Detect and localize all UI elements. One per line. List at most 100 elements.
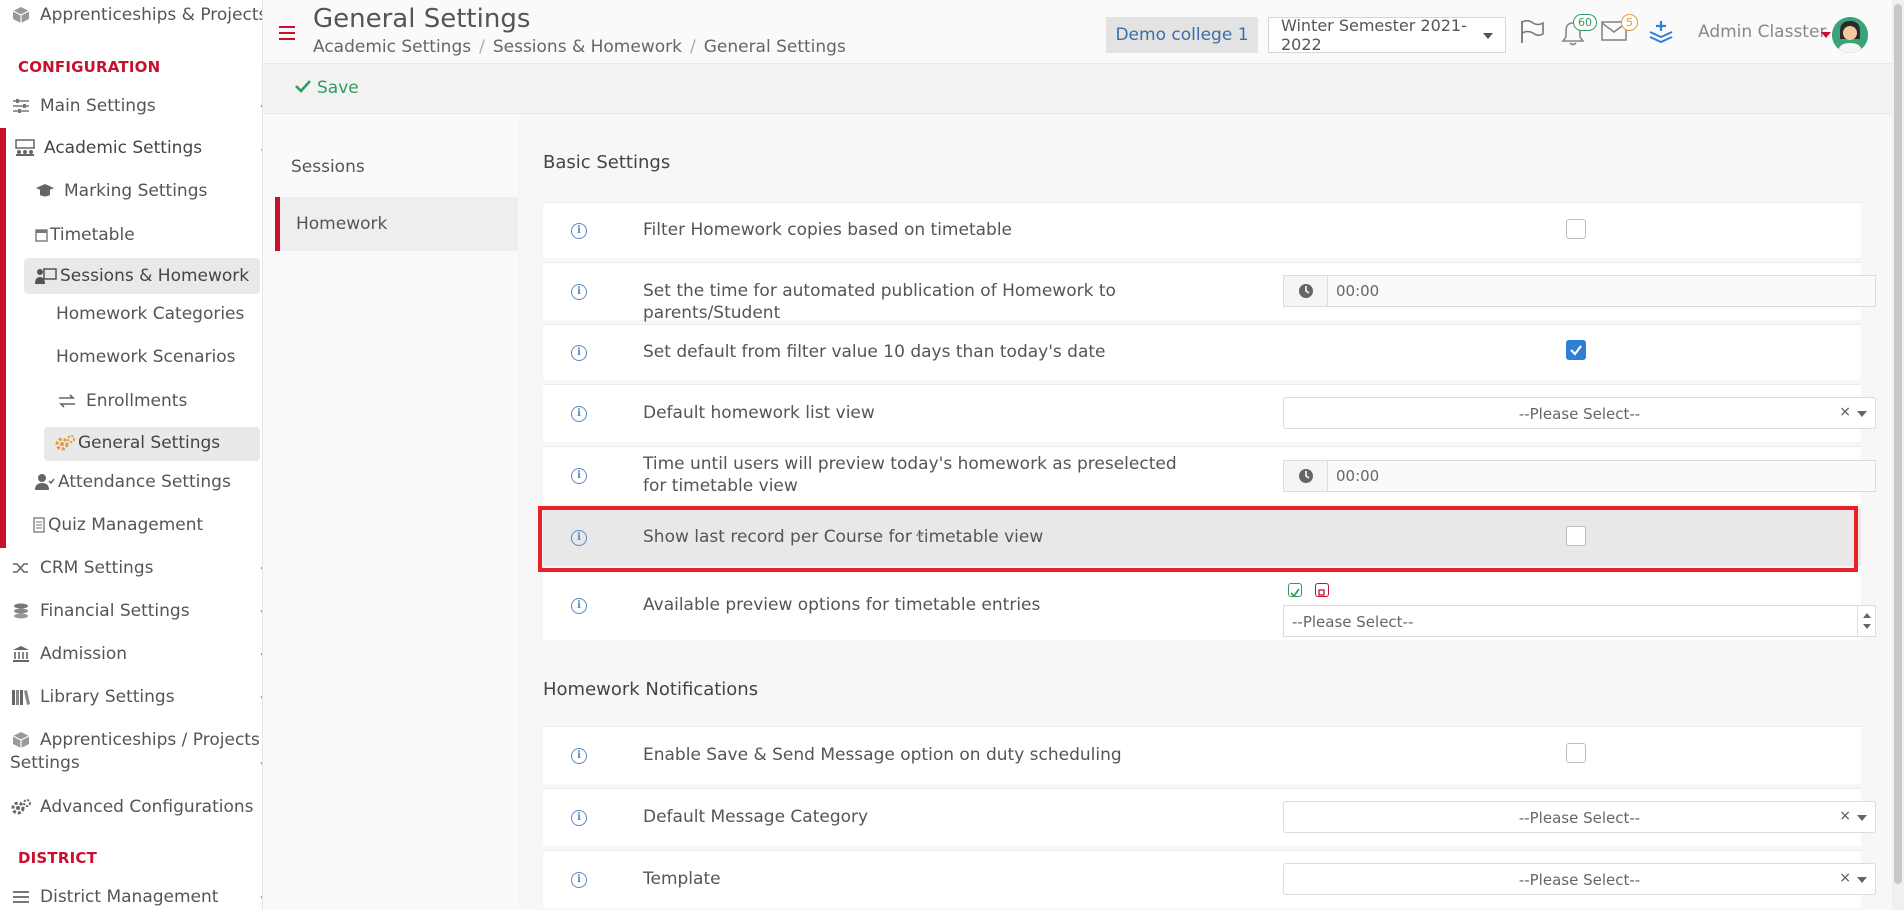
caret-down-icon [1857,411,1867,417]
setting-row: i Set the time for automated publication… [543,262,1876,323]
message-category-select[interactable]: --Please Select-- × [1283,801,1876,833]
sidebar-item-district-management[interactable]: District Management ‹ [10,886,262,908]
info-icon[interactable]: i [571,598,587,614]
sidebar-item-sessions-homework[interactable]: Sessions & Homework ⌄ [34,265,262,287]
sidebar-item-marking-settings[interactable]: Marking Settings ‹ [34,180,262,202]
breadcrumb-academic-settings[interactable]: Academic Settings [313,37,471,57]
user-caret-icon[interactable] [1821,32,1831,38]
clear-icon[interactable]: × [1839,808,1851,824]
deselect-all-icon[interactable] [1315,583,1329,597]
semester-dropdown[interactable]: Winter Semester 2021-2022 [1268,16,1506,54]
tab-sessions[interactable]: Sessions [275,140,518,194]
list-view-select[interactable]: --Please Select-- × [1283,397,1876,429]
coins-icon [10,600,32,622]
top-header: General Settings Academic Settings / Ses… [263,0,1904,64]
sidebar-item-admission[interactable]: Admission ‹ [10,643,262,665]
sidebar-item-label: Homework Categories [56,304,245,324]
notifications-count-badge: 60 [1573,14,1597,31]
info-icon[interactable]: i [571,530,587,546]
sidebar-item-label: Marking Settings [64,181,208,201]
clock-icon[interactable] [1284,276,1328,306]
info-icon[interactable]: i [571,345,587,361]
sidebar-item-label: Quiz Management [48,515,204,535]
info-icon[interactable]: i [571,748,587,764]
gears-icon [54,432,76,454]
default-filter-checkbox[interactable] [1566,340,1586,360]
info-icon[interactable]: i [571,406,587,422]
clock-icon[interactable] [1284,461,1328,491]
clear-icon[interactable]: × [1839,404,1851,420]
save-button-label: Save [317,78,359,98]
sidebar-item-apprenticeships-projects-settings[interactable]: Apprenticeships / Projects [10,729,262,751]
setting-row: i Time until users will preview today's … [543,446,1876,504]
sidebar-item-attendance-settings[interactable]: Attendance Settings ‹ [34,471,262,493]
setting-row: i Enable Save & Send Message option on d… [543,726,1861,784]
sidebar-item-crm-settings[interactable]: CRM Settings ‹ [10,557,262,579]
info-icon[interactable]: i [571,223,587,239]
flag-icon[interactable] [1519,19,1545,48]
template-select[interactable]: --Please Select-- × [1283,863,1876,895]
box-icon [10,729,32,751]
setting-row: i Default homework list view --Please Se… [543,384,1876,442]
setting-label: Enable Save & Send Message option on dut… [643,745,1122,765]
sidebar-item-quiz-management[interactable]: Quiz Management ‹ [32,514,262,536]
sidebar-item-enrollments[interactable]: Enrollments ‹ [56,390,262,412]
setting-label: Filter Homework copies based on timetabl… [643,220,1012,240]
preview-time-input[interactable]: 00:00 [1283,460,1876,492]
breadcrumb-separator: / [689,37,696,57]
save-send-message-checkbox[interactable] [1566,743,1586,763]
setting-row: i Set default from filter value 10 days … [543,324,1861,380]
teacher-board-icon [34,265,58,287]
sidebar-item-apprenticeships-projects[interactable]: Apprenticeships & Projects ‹ [10,4,262,26]
homework-notifications-title: Homework Notifications [543,679,759,700]
show-last-record-checkbox[interactable] [1566,526,1586,546]
clear-icon[interactable]: × [1839,870,1851,886]
info-icon[interactable]: i [571,468,587,484]
preview-options-multiselect[interactable]: --Please Select-- [1283,605,1876,637]
sidebar-item-advanced-configurations[interactable]: Advanced Configurations [10,796,262,818]
sidebar-item-homework-scenarios[interactable]: Homework Scenarios [56,347,262,367]
sidebar-item-label: Main Settings [40,96,156,116]
sidebar-item-label: Timetable [50,225,135,245]
page-title: General Settings [313,4,531,34]
info-icon[interactable]: i [571,284,587,300]
sidebar-item-general-settings[interactable]: General Settings [54,432,262,454]
select-all-icon[interactable] [1288,583,1302,598]
sidebar-item-settings-continued[interactable]: Settings ‹ [10,753,262,773]
save-button[interactable]: Save [295,78,359,98]
calendar-icon [34,224,48,246]
sliders-icon [10,95,32,117]
user-menu[interactable]: Admin Classter [1698,22,1826,42]
sidebar-item-main-settings[interactable]: Main Settings ‹ [10,95,262,117]
main-content: Basic Settings i Filter Homework copies … [518,114,1904,910]
tab-homework[interactable]: Homework [275,197,518,251]
graduation-cap-icon [34,180,56,202]
page-scrollbar[interactable] [1892,0,1904,910]
sidebar-item-label: Enrollments [86,391,188,411]
bars-icon [10,886,32,908]
hamburger-menu-icon[interactable] [279,26,295,40]
avatar[interactable] [1832,17,1868,53]
info-icon[interactable]: i [571,810,587,826]
more-options-icon[interactable]: ··· [915,528,928,544]
breadcrumb-sessions-homework[interactable]: Sessions & Homework [493,37,682,57]
filter-homework-copies-checkbox[interactable] [1566,219,1586,239]
sidebar-item-financial-settings[interactable]: Financial Settings ‹ [10,600,262,622]
select-placeholder: --Please Select-- [1518,405,1641,423]
sidebar-item-library-settings[interactable]: Library Settings ‹ [10,686,262,708]
setting-row: i Template --Please Select-- × [543,850,1876,908]
publication-time-input[interactable]: 00:00 [1283,275,1876,307]
scrollbar-thumb[interactable] [1894,4,1902,884]
college-selector[interactable]: Demo college 1 [1106,17,1258,53]
classroom-icon [14,137,36,159]
spinner-arrows-icon[interactable] [1857,606,1875,636]
sidebar-item-homework-categories[interactable]: Homework Categories [56,304,262,324]
layers-add-icon[interactable] [1648,20,1674,48]
sidebar-item-academic-settings[interactable]: Academic Settings ⌄ [14,137,262,159]
institution-icon [10,643,32,665]
sidebar-item-label: Attendance Settings [58,472,231,492]
time-value: 00:00 [1336,467,1380,485]
breadcrumb-separator: / [479,37,485,57]
info-icon[interactable]: i [571,872,587,888]
sidebar-item-timetable[interactable]: Timetable ‹ [34,224,262,246]
